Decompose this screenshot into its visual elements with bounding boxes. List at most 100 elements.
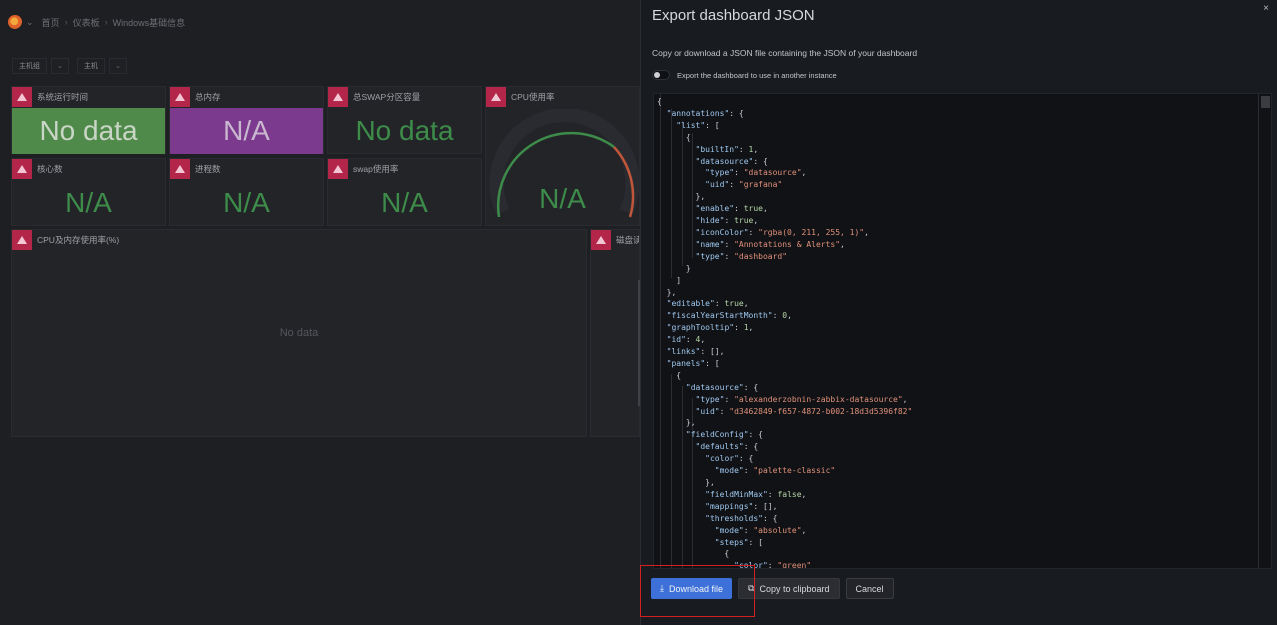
export-external-toggle[interactable] [652,70,670,80]
warning-icon[interactable] [591,230,611,250]
json-code-line: }, [657,192,706,202]
json-code-line: "fieldMinMax": false, [705,489,807,499]
editor-scrollbar[interactable] [1261,96,1270,108]
download-file-button[interactable]: ⤓ Download file [651,578,733,599]
json-code[interactable]: { "annotations": { "list": [ { "builtIn"… [657,96,913,569]
json-code-line: { [657,549,730,559]
json-code-line: "color": "green" [734,561,812,569]
json-code-line: "panels": [ [666,358,720,368]
top-bar: ⌄ 首页 › 仪表板 › Windows基础信息 [0,0,640,44]
variable-label-host: 主机 [77,58,105,74]
json-code-line: "datasource": { [685,382,759,392]
panel-value: No data [355,115,454,146]
json-code-line: "type": "alexanderzobnin-zabbix-datasour… [695,394,908,404]
panel-title: 进程数 [170,159,221,179]
json-code-line: "enable": true, [695,204,768,214]
panel-cpu-mem-graph[interactable]: CPU及内存使用率(%) No data [11,229,587,437]
json-code-line: "fiscalYearStartMonth": 0, [666,311,792,321]
warning-icon[interactable] [12,87,32,107]
panel-swap-usage[interactable]: swap使用率 N/A [327,158,482,226]
json-code-line: "list": [ [676,120,720,130]
panel-title-text: CPU使用率 [511,92,555,102]
modal-description: Copy or download a JSON file containing … [652,48,918,58]
json-code-line: { [657,370,682,380]
panel-disk[interactable]: 磁盘读 [590,229,640,437]
json-code-line: }, [657,478,715,487]
json-code-line: "uid": "d3462849-f657-4872-b002-18d3d539… [695,406,913,416]
warning-icon[interactable] [170,87,190,107]
json-code-line: "uid": "grafana" [705,180,783,190]
panel-swap-total[interactable]: 总SWAP分区容量 No data [327,86,482,154]
json-code-line: "datasource": { [695,156,768,166]
json-code-line: "links": [], [666,347,725,357]
warning-icon[interactable] [328,159,348,179]
json-code-line: "hide": true, [695,216,759,226]
json-code-line: "id": 4, [666,335,706,345]
download-icon: ⤓ [660,583,664,593]
json-code-line: "type": "dashboard" [695,251,788,261]
warning-icon[interactable] [486,87,506,107]
panel-title: swap使用率 [328,159,398,179]
chevron-down-icon: ⌄ [115,63,121,70]
panel-cores[interactable]: 核心数 N/A [11,158,166,226]
panel-uptime[interactable]: 系统运行时间 No data [11,86,166,154]
panel-title-text: 总内存 [195,92,221,102]
json-code-line: "iconColor": "rgba(0, 211, 255, 1)", [695,227,869,237]
panel-processes[interactable]: 进程数 N/A [169,158,324,226]
variables-bar: 主机组 ⌄ 主机 ⌄ [12,58,127,74]
export-external-toggle-label: Export the dashboard to use in another i… [677,70,837,80]
logo-caret-icon[interactable]: ⌄ [26,17,34,28]
panel-title: 总内存 [170,87,221,107]
panel-value: N/A [65,187,112,218]
json-code-line: "builtIn": 1, [695,144,759,154]
warning-icon[interactable] [328,87,348,107]
panel-value: No data [12,108,165,154]
panel-cpu-usage[interactable]: CPU使用率 N/A [485,86,640,226]
breadcrumb-home[interactable]: 首页 [42,16,60,29]
panel-value: N/A [223,187,270,218]
variable-host-group-select[interactable]: ⌄ [51,58,69,74]
json-code-line: "fieldConfig": { [685,430,763,440]
breadcrumb-current[interactable]: Windows基础信息 [113,16,186,29]
download-file-label: Download file [668,583,724,594]
copy-to-clipboard-button[interactable]: ⧉ Copy to clipboard [738,578,840,599]
json-code-line: "editable": true, [666,299,749,309]
json-code-line: "mode": "palette-classic" [714,466,836,476]
panel-value: N/A [170,108,323,154]
json-code-line: "color": { [705,454,754,464]
json-code-editor[interactable]: { "annotations": { "list": [ { "builtIn"… [653,93,1272,569]
panel-value: N/A [539,183,586,214]
panel-title-text: 总SWAP分区容量 [353,92,421,102]
breadcrumb-separator-icon: › [104,17,108,27]
modal-footer: ⤓ Download file ⧉ Copy to clipboard Canc… [651,578,894,599]
json-code-line: } [657,263,691,273]
variable-label-host-group: 主机组 [12,58,47,74]
breadcrumb-separator-icon: › [64,17,68,27]
panel-title: 磁盘读 [591,230,640,250]
warning-icon[interactable] [170,159,190,179]
panel-no-data: No data [279,327,319,339]
json-code-line: { [657,97,662,106]
json-code-line: "graphTooltip": 1, [666,323,754,333]
breadcrumb-dashboards[interactable]: 仪表板 [73,16,100,29]
panel-total-memory[interactable]: 总内存 N/A [169,86,324,154]
panel-title-text: 系统运行时间 [37,92,89,102]
warning-icon[interactable] [12,159,32,179]
json-code-line: ] [657,275,682,285]
json-code-line: "mappings": [], [705,501,778,511]
export-external-toggle-row: Export the dashboard to use in another i… [652,70,837,80]
cancel-button[interactable]: Cancel [845,578,894,599]
close-icon[interactable]: × [1263,3,1269,14]
json-code-line: "name": "Annotations & Alerts", [695,239,845,249]
editor-ruler [1258,94,1259,568]
panel-title-text: swap使用率 [353,164,399,174]
panel-title-text: 进程数 [195,164,221,174]
json-code-line: "annotations": { [666,108,744,118]
json-code-line: "type": "datasource", [705,168,807,178]
panel-title: 核心数 [12,159,63,179]
grafana-logo-icon[interactable] [8,15,22,29]
panel-title: CPU使用率 [486,87,554,107]
panel-title-text: 磁盘读 [616,235,640,245]
copy-icon: ⧉ [748,583,755,593]
variable-host-select[interactable]: ⌄ [109,58,127,74]
